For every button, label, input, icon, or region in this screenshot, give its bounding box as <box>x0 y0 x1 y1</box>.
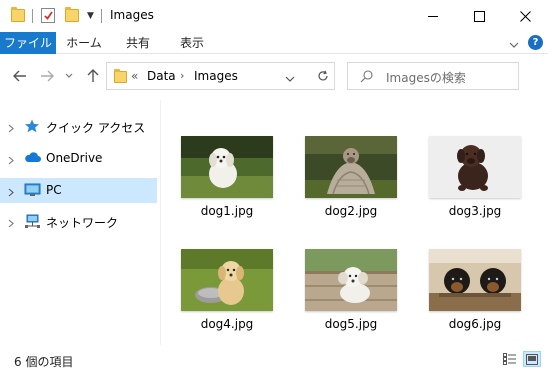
file-item-dog4[interactable]: dog4.jpg <box>172 223 282 331</box>
address-dropdown-icon[interactable] <box>285 72 295 86</box>
nav-item-quick-access[interactable]: クイック アクセス <box>0 114 157 139</box>
breadcrumb-images[interactable]: Images <box>194 69 238 83</box>
file-name: dog1.jpg <box>200 204 254 218</box>
cloud-icon <box>24 151 41 165</box>
file-item-dog6[interactable]: dog6.jpg <box>420 223 530 331</box>
file-name: dog2.jpg <box>324 204 378 218</box>
nav-label: ネットワーク <box>46 216 119 230</box>
customize-quick-access-icon[interactable]: ▼ <box>87 11 94 21</box>
expand-ribbon-icon[interactable] <box>509 38 519 52</box>
tab-file[interactable]: ファイル <box>0 32 56 54</box>
breadcrumb-separator[interactable]: › <box>180 69 184 82</box>
file-name: dog3.jpg <box>448 204 502 218</box>
file-item-dog3[interactable]: dog3.jpg <box>420 110 530 218</box>
folder-icon <box>11 7 25 22</box>
large-icons-view-button[interactable] <box>523 351 541 367</box>
forward-button[interactable] <box>38 68 56 84</box>
folder-icon <box>114 69 127 83</box>
star-icon <box>24 119 40 133</box>
computer-icon <box>24 183 41 197</box>
file-item-dog5[interactable]: dog5.jpg <box>296 223 406 331</box>
minimize-button[interactable] <box>410 0 456 32</box>
file-view: dog1.jpg dog2.jpg dog3.jpg dog4.jpg dog5… <box>162 110 548 345</box>
title-bar: ▼ Images <box>0 0 548 32</box>
new-folder-icon[interactable] <box>65 7 79 22</box>
chevron-right-icon[interactable] <box>8 154 14 168</box>
breadcrumb-overflow[interactable]: « <box>131 69 138 83</box>
file-name: dog4.jpg <box>200 317 254 331</box>
tab-home[interactable]: ホーム <box>58 32 110 54</box>
navigation-bar: « Data › Images Imagesの検索 <box>0 55 548 97</box>
recent-locations-button[interactable] <box>63 68 75 84</box>
pane-divider <box>160 100 161 345</box>
nav-label: PC <box>46 183 62 197</box>
navigation-pane: クイック アクセス OneDrive PC ネットワーク <box>0 108 160 344</box>
ribbon-tabs: ファイル ホーム 共有 表示 ? <box>0 32 548 54</box>
details-view-button[interactable] <box>501 351 519 367</box>
window-title: Images <box>110 8 154 22</box>
status-bar: 6 個の項目 <box>0 345 548 374</box>
thumbnail-image <box>305 249 397 311</box>
close-button[interactable] <box>502 0 548 32</box>
nav-item-network[interactable]: ネットワーク <box>0 209 157 234</box>
file-name: dog6.jpg <box>448 317 502 331</box>
thumbnail-image <box>181 136 273 198</box>
back-button[interactable] <box>11 68 29 84</box>
search-input[interactable]: Imagesの検索 <box>386 69 466 86</box>
thumbnail-image <box>429 136 521 198</box>
up-button[interactable] <box>84 68 102 84</box>
file-name: dog5.jpg <box>324 317 378 331</box>
tab-view[interactable]: 表示 <box>166 32 218 54</box>
toolbar-divider <box>32 9 33 23</box>
nav-label: クイック アクセス <box>46 121 146 135</box>
network-icon <box>24 214 40 228</box>
tab-share[interactable]: 共有 <box>112 32 164 54</box>
thumbnail-image <box>305 136 397 198</box>
chevron-right-icon[interactable] <box>8 217 14 231</box>
toolbar-divider <box>101 9 102 23</box>
file-item-dog2[interactable]: dog2.jpg <box>296 110 406 218</box>
help-icon[interactable]: ? <box>528 35 543 50</box>
search-icon <box>360 70 373 86</box>
nav-label: OneDrive <box>46 151 103 165</box>
nav-item-onedrive[interactable]: OneDrive <box>0 146 157 171</box>
address-bar[interactable]: « Data › Images <box>106 62 335 90</box>
nav-item-pc[interactable]: PC <box>0 178 157 203</box>
item-count: 6 個の項目 <box>14 355 74 369</box>
refresh-button[interactable] <box>311 62 335 90</box>
file-item-dog1[interactable]: dog1.jpg <box>172 110 282 218</box>
breadcrumb-data[interactable]: Data <box>147 69 176 83</box>
thumbnail-image <box>181 249 273 311</box>
properties-icon[interactable] <box>41 8 55 23</box>
thumbnail-image <box>429 249 521 311</box>
maximize-button[interactable] <box>456 0 502 32</box>
chevron-right-icon[interactable] <box>8 186 14 200</box>
search-box[interactable]: Imagesの検索 <box>347 62 519 90</box>
chevron-right-icon[interactable] <box>8 122 14 136</box>
